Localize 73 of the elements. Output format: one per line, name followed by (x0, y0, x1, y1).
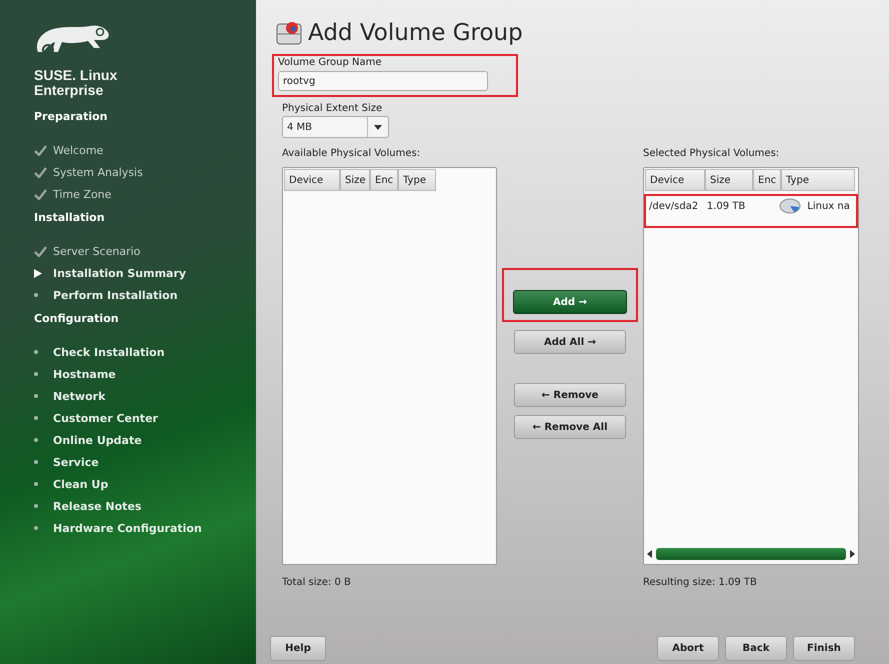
caret-icon (374, 124, 382, 130)
volume-list[interactable]: Device Size Enc Type /dev/sda2 1.09 TB Linux na (643, 167, 859, 565)
step-label: Customer Center (53, 412, 158, 424)
column-header[interactable]: Size (340, 169, 370, 191)
step-label: Hostname (53, 368, 116, 380)
step-label: Server Scenario (53, 244, 140, 258)
step-label: Release Notes (53, 500, 142, 512)
dot-icon (34, 504, 38, 508)
column-header[interactable]: Type (781, 169, 855, 191)
check-icon (34, 188, 47, 200)
step-label: Hardware Configuration (53, 522, 202, 534)
type-text: Linux na (807, 200, 850, 212)
column-header[interactable]: Type (398, 169, 436, 191)
nav-button[interactable]: Back (725, 636, 787, 660)
triangle-icon (34, 268, 42, 278)
step-label: Installation Summary (53, 266, 186, 280)
step-label: Network (53, 390, 106, 402)
dot-icon (34, 350, 38, 354)
step-label: Check Installation (53, 346, 165, 358)
name-input-field[interactable]: rootvg (278, 71, 488, 91)
list-label: Available Physical Volumes: (282, 148, 422, 159)
dot-icon (34, 460, 38, 464)
scroll-left-icon[interactable] (646, 550, 654, 558)
size-summary: Resulting size: 1.09 TB (643, 577, 758, 588)
column-header[interactable]: Size (705, 169, 753, 191)
section-title: Installation (34, 211, 106, 224)
step-label: System Analysis (53, 166, 143, 178)
step-label: Perform Installation (53, 288, 178, 302)
move-button[interactable]: ← Remove (514, 383, 626, 407)
dot-icon (34, 293, 38, 297)
nav-button[interactable]: Abort (657, 636, 719, 660)
disk-icon (779, 198, 802, 214)
field-label: Volume Group Name (278, 57, 382, 68)
move-button[interactable]: ← Remove All (514, 415, 626, 439)
dot-icon (34, 526, 38, 530)
dot-icon (34, 372, 38, 376)
field-label: Physical Extent Size (282, 103, 384, 114)
device-cell-text: /dev/sda2 (648, 200, 700, 212)
nav-button[interactable]: Finish (793, 636, 855, 660)
step-label: Time Zone (53, 188, 112, 200)
size-cell-text: 1.09 TB (706, 200, 746, 212)
check-icon (34, 144, 47, 156)
page-title: Add Volume Group (308, 20, 523, 46)
move-button[interactable]: Add All → (514, 330, 626, 354)
horizontal-scrollbar[interactable] (646, 546, 856, 562)
step-label: Service (53, 456, 99, 468)
check-icon (34, 166, 47, 178)
step-label: Online Update (53, 434, 142, 446)
move-button[interactable]: Add → (513, 290, 627, 314)
disk-drive-icon (276, 20, 302, 46)
column-header[interactable]: Enc (370, 169, 398, 191)
volume-row[interactable]: /dev/sda2 1.09 TB Linux na (644, 194, 858, 228)
dot-icon (34, 438, 38, 442)
scroll-right-icon[interactable] (848, 550, 856, 558)
column-header[interactable]: Device (645, 169, 705, 191)
dot-icon (34, 394, 38, 398)
dot-icon (34, 482, 38, 486)
step-label: Clean Up (53, 478, 108, 490)
size-summary: Total size: 0 B (282, 577, 352, 588)
help-button[interactable]: Help (270, 636, 326, 660)
column-header[interactable]: Device (284, 169, 340, 191)
dot-icon (34, 416, 38, 420)
check-icon (34, 246, 47, 256)
extent-dropdown[interactable]: 4 MB (282, 116, 389, 138)
brand-name: Enterprise (34, 83, 104, 98)
list-label: Selected Physical Volumes: (643, 148, 780, 159)
section-title: Preparation (34, 110, 109, 123)
section-title: Configuration (34, 312, 120, 325)
volume-list[interactable]: Device Size Enc Type (282, 167, 497, 565)
step-label: Welcome (53, 144, 104, 156)
dropdown-value: 4 MB (286, 122, 314, 132)
brand-name: SUSE. Linux (34, 68, 118, 83)
column-header[interactable]: Enc (753, 169, 781, 191)
